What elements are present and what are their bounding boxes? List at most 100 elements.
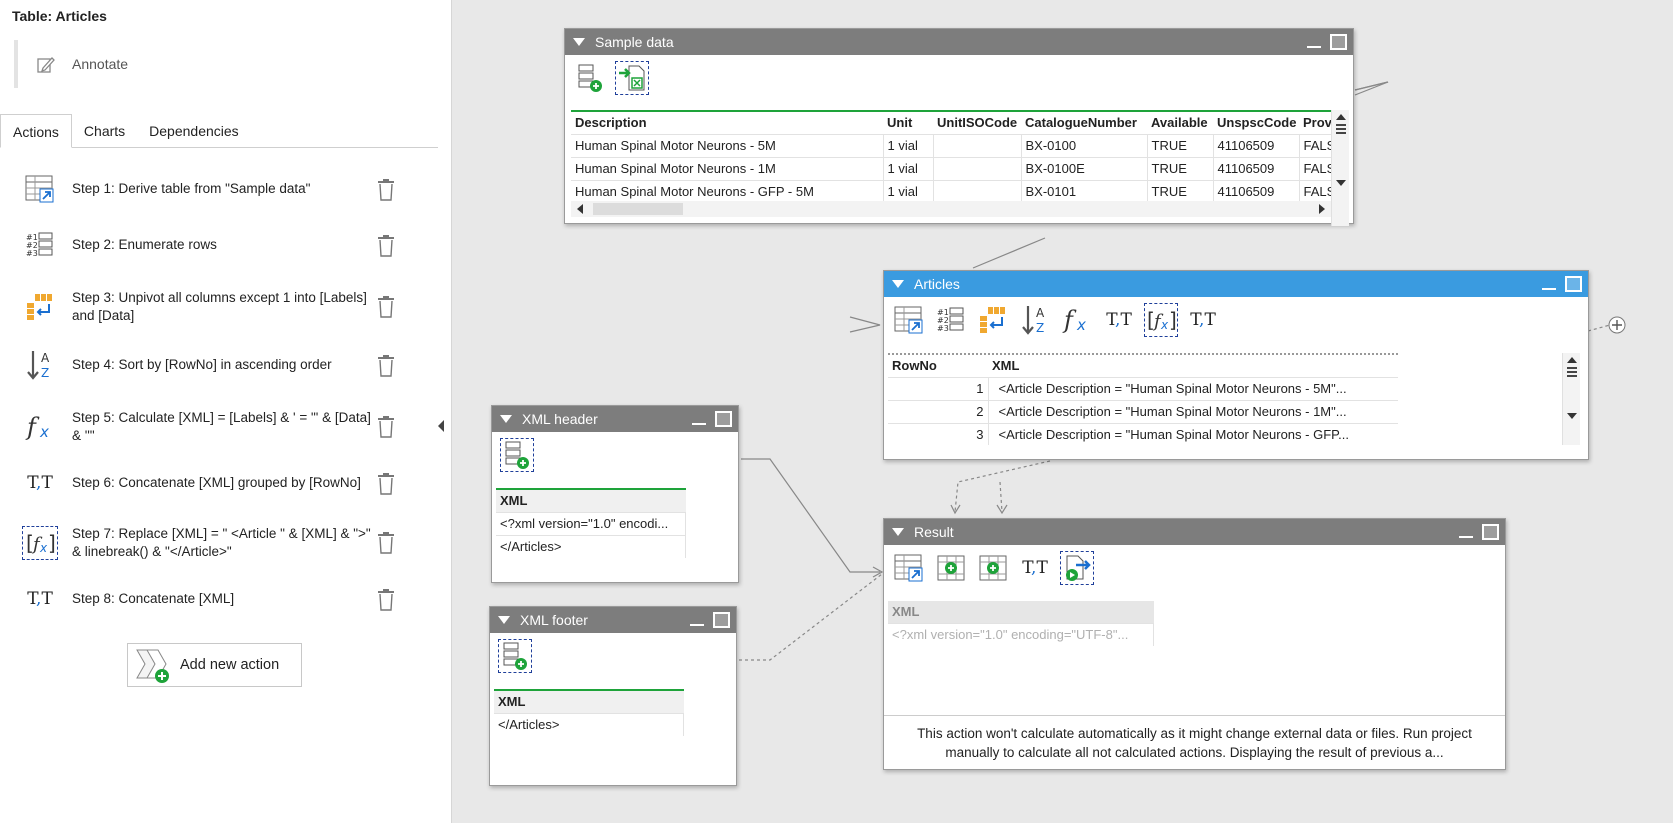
trash-icon[interactable] xyxy=(375,354,397,378)
column-header[interactable]: RowNo xyxy=(888,355,988,377)
append-rows-icon[interactable] xyxy=(976,551,1010,585)
step-7[interactable]: [fx] Step 7: Replace [XML] = " <Article … xyxy=(22,525,422,561)
column-header[interactable]: CatalogueNumber xyxy=(1021,112,1147,134)
maximize-icon[interactable] xyxy=(1482,524,1499,540)
step-8[interactable]: T,T Step 8: Concatenate [XML] xyxy=(22,582,422,616)
vertical-scrollbar[interactable] xyxy=(1562,353,1580,445)
column-header[interactable]: UnitISOCode xyxy=(933,112,1021,134)
table-row[interactable]: </Articles> xyxy=(496,534,686,558)
tab-actions[interactable]: Actions xyxy=(0,114,72,148)
export-file-icon[interactable] xyxy=(1060,551,1094,585)
maximize-icon[interactable] xyxy=(713,612,730,628)
table-row[interactable]: <?xml version="1.0" encodi... xyxy=(496,511,686,535)
table-row[interactable]: 1 <Article Description = "Human Spinal M… xyxy=(888,376,1398,400)
collapse-panel-arrow-icon[interactable] xyxy=(438,420,444,432)
minimize-icon[interactable] xyxy=(1541,276,1557,292)
add-new-action-button[interactable]: Add new action xyxy=(127,643,302,687)
minimize-icon[interactable] xyxy=(1458,524,1474,540)
tab-dependencies[interactable]: Dependencies xyxy=(137,114,251,148)
sample-data-grid[interactable]: Description Unit UnitISOCode CatalogueNu… xyxy=(571,110,1331,206)
xml-header-grid[interactable]: XML <?xml version="1.0" encodi... </Arti… xyxy=(496,488,686,558)
articles-node[interactable]: Articles #1#2#3 AZ fx T,T [fx] T,T RowNo… xyxy=(883,270,1589,460)
vertical-scrollbar[interactable] xyxy=(1331,110,1349,226)
unpivot-icon[interactable] xyxy=(976,303,1010,337)
trash-icon[interactable] xyxy=(375,234,397,258)
collapse-triangle-icon[interactable] xyxy=(573,38,585,46)
add-output-icon[interactable] xyxy=(1608,316,1626,334)
add-table-icon[interactable] xyxy=(500,438,534,472)
node-header[interactable]: Sample data xyxy=(565,29,1353,55)
step-3[interactable]: Step 3: Unpivot all columns except 1 int… xyxy=(22,289,422,325)
table-row[interactable]: Human Spinal Motor Neurons - 1M 1 vial B… xyxy=(571,156,1331,180)
export-excel-icon[interactable] xyxy=(615,61,649,95)
concatenate-icon[interactable]: T,T xyxy=(1186,303,1220,337)
trash-icon[interactable] xyxy=(375,588,397,612)
cell: 2 xyxy=(888,399,989,423)
node-header[interactable]: Result xyxy=(884,519,1505,545)
table-row[interactable]: 2 <Article Description = "Human Spinal M… xyxy=(888,399,1398,423)
column-header[interactable]: XML xyxy=(494,691,684,713)
collapse-triangle-icon[interactable] xyxy=(892,528,904,536)
scroll-thumb[interactable] xyxy=(593,203,683,215)
maximize-icon[interactable] xyxy=(1565,276,1582,292)
enumerate-rows-icon[interactable]: #1 #2 #3 xyxy=(934,303,968,337)
step-6[interactable]: T,T Step 6: Concatenate [XML] grouped by… xyxy=(22,466,422,500)
column-header[interactable]: XML xyxy=(988,355,1398,377)
column-header[interactable]: Unit xyxy=(883,112,933,134)
minimize-icon[interactable] xyxy=(1306,34,1322,50)
concatenate-icon[interactable]: T,T xyxy=(1018,551,1052,585)
collapse-triangle-icon[interactable] xyxy=(892,280,904,288)
add-table-icon[interactable] xyxy=(573,61,607,95)
table-row[interactable]: Human Spinal Motor Neurons - 5M 1 vial B… xyxy=(571,133,1331,157)
column-header[interactable]: Description xyxy=(571,112,883,134)
trash-icon[interactable] xyxy=(375,472,397,496)
sample-data-node[interactable]: Sample data Description Unit UnitISOCode… xyxy=(564,28,1354,226)
cell: TRUE xyxy=(1147,133,1214,157)
step-4[interactable]: AZ Step 4: Sort by [RowNo] in ascending … xyxy=(22,348,422,382)
xml-footer-node[interactable]: XML footer XML </Articles> xyxy=(489,606,737,786)
function-icon[interactable]: fx xyxy=(1060,303,1094,337)
xml-footer-grid[interactable]: XML </Articles> xyxy=(494,689,684,736)
append-rows-icon[interactable] xyxy=(934,551,968,585)
column-header[interactable]: XML xyxy=(496,490,686,512)
trash-icon[interactable] xyxy=(375,531,397,555)
minimize-icon[interactable] xyxy=(691,411,707,427)
concatenate-icon: T,T xyxy=(27,473,53,493)
derive-table-icon[interactable] xyxy=(892,303,926,337)
table-row[interactable]: </Articles> xyxy=(494,712,684,736)
svg-text:x: x xyxy=(39,423,49,441)
maximize-icon[interactable] xyxy=(715,411,732,427)
trash-icon[interactable] xyxy=(375,178,397,202)
table-row[interactable]: <?xml version="1.0" encoding="UTF-8"... xyxy=(888,622,1154,646)
step-5[interactable]: fx Step 5: Calculate [XML] = [Labels] & … xyxy=(22,409,422,445)
derive-table-icon[interactable] xyxy=(892,551,926,585)
sort-az-icon[interactable]: AZ xyxy=(1018,303,1052,337)
step-1[interactable]: Step 1: Derive table from "Sample data" xyxy=(22,172,422,206)
trash-icon[interactable] xyxy=(375,415,397,439)
minimize-icon[interactable] xyxy=(689,612,705,628)
node-header[interactable]: Articles xyxy=(884,271,1588,297)
xml-header-node[interactable]: XML header XML <?xml version="1.0" encod… xyxy=(491,405,739,583)
table-row[interactable]: 3 <Article Description = "Human Spinal M… xyxy=(888,422,1398,445)
concatenate-icon[interactable]: T,T xyxy=(1102,303,1136,337)
column-header[interactable]: UnspscCode xyxy=(1213,112,1299,134)
result-node[interactable]: Result T,T XML <?xml version="1.0" encod… xyxy=(883,518,1506,770)
collapse-triangle-icon[interactable] xyxy=(500,415,512,423)
node-header[interactable]: XML header xyxy=(492,406,738,432)
column-header[interactable]: XML xyxy=(888,601,1154,623)
column-header[interactable]: Prov xyxy=(1299,112,1331,134)
replace-function-icon[interactable]: [fx] xyxy=(1144,303,1178,337)
table-row[interactable]: Human Spinal Motor Neurons - GFP - 5M 1 … xyxy=(571,179,1331,203)
node-header[interactable]: XML footer xyxy=(490,607,736,633)
column-header[interactable]: Available xyxy=(1147,112,1213,134)
trash-icon[interactable] xyxy=(375,295,397,319)
annotate-button[interactable]: Annotate xyxy=(14,40,424,88)
horizontal-scrollbar[interactable] xyxy=(571,201,1331,217)
articles-grid[interactable]: RowNo XML 1 <Article Description = "Huma… xyxy=(888,353,1398,445)
collapse-triangle-icon[interactable] xyxy=(498,616,510,624)
maximize-icon[interactable] xyxy=(1330,34,1347,50)
tab-charts[interactable]: Charts xyxy=(72,114,137,148)
result-grid[interactable]: XML <?xml version="1.0" encoding="UTF-8"… xyxy=(888,601,1154,646)
add-table-icon[interactable] xyxy=(498,639,532,673)
step-2[interactable]: #1 #2 #3 Step 2: Enumerate rows xyxy=(22,228,422,262)
